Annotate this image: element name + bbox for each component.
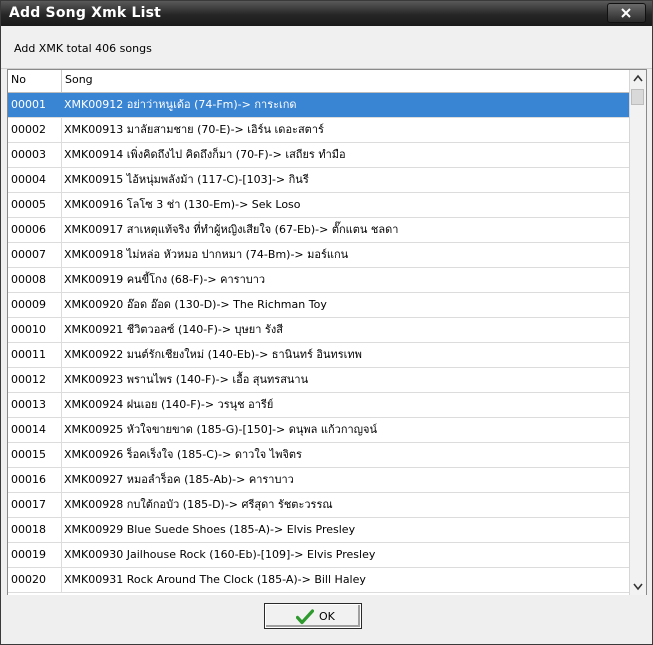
row-number: 00006	[8, 218, 62, 242]
scroll-down-arrow-icon	[633, 583, 643, 591]
close-icon	[621, 8, 631, 18]
row-number: 00014	[8, 418, 62, 442]
row-song-title: XMK00913 มาลัยสามชาย (70-E)-> เอิร์น เดอ…	[64, 123, 324, 136]
row-number: 00019	[8, 543, 62, 567]
row-number: 00018	[8, 518, 62, 542]
row-song-title: XMK00914 เพิ่งคิดถึงไป คิดถึงก็มา (70-F)…	[64, 148, 346, 161]
row-song-title: XMK00921 ชีวิตวอลซ์ (140-F)-> บุษยา รังส…	[64, 323, 283, 336]
row-song-title: XMK00928 กบใต้กอบัว (185-D)-> ศรีสุดา รั…	[64, 498, 333, 511]
table-row[interactable]: 00001 XMK00912 อย่าว่าหนูเด้อ (74-Fm)-> ก…	[8, 93, 629, 118]
table-row[interactable]: 00012 XMK00923 พรานไพร (140-F)-> เอื้อ สุ…	[8, 368, 629, 393]
row-number: 00012	[8, 368, 62, 392]
song-total-text: Add XMK total 406 songs	[14, 42, 152, 55]
row-number: 00011	[8, 343, 62, 367]
title-bar[interactable]: Add Song Xmk List	[1, 1, 652, 26]
row-song-title: XMK00918 ไม่หล่อ หัวหมอ ปากหมา (74-Bm)->…	[64, 248, 349, 261]
row-song-title: XMK00915 ไอ้หนุ่มพลังม้า (117-C)-[103]->…	[64, 173, 309, 186]
table-row[interactable]: 00006 XMK00917 สาเหตุแท้จริง ที่ทำผู้หญิง…	[8, 218, 629, 243]
row-song-title: XMK00925 หัวใจขายขาด (185-G)-[150]-> ดนุ…	[64, 423, 378, 436]
row-number: 00013	[8, 393, 62, 417]
row-song-title: XMK00923 พรานไพร (140-F)-> เอื้อ สุนทรสน…	[64, 373, 309, 386]
row-song-title: XMK00926 ร็อคเร็งใจ (185-C)-> ดาวใจ ไพจิ…	[64, 448, 302, 461]
table-body: 00001 XMK00912 อย่าว่าหนูเด้อ (74-Fm)-> ก…	[8, 93, 629, 593]
row-song-title: XMK00929 Blue Suede Shoes (185-A)-> Elvi…	[64, 523, 356, 536]
row-song-title: XMK00922 มนต์รักเชียงใหม่ (140-Eb)-> ธาน…	[64, 348, 362, 361]
table-row[interactable]: 00007 XMK00918 ไม่หล่อ หัวหมอ ปากหมา (74-…	[8, 243, 629, 268]
row-song-title: XMK00912 อย่าว่าหนูเด้อ (74-Fm)-> การะเก…	[64, 98, 297, 111]
info-panel: Add XMK total 406 songs	[1, 26, 652, 69]
window-title: Add Song Xmk List	[9, 5, 162, 21]
table-row[interactable]: 00014 XMK00925 หัวใจขายขาด (185-G)-[150]-…	[8, 418, 629, 443]
column-header-song[interactable]: Song	[62, 70, 629, 92]
row-number: 00016	[8, 468, 62, 492]
row-number: 00003	[8, 143, 62, 167]
table-row[interactable]: 00011 XMK00922 มนต์รักเชียงใหม่ (140-Eb)-…	[8, 343, 629, 368]
vertical-scrollbar[interactable]	[629, 70, 646, 595]
table-header: No Song	[8, 70, 629, 93]
table-row[interactable]: 00004 XMK00915 ไอ้หนุ่มพลังม้า (117-C)-[1…	[8, 168, 629, 193]
dialog-footer: OK	[1, 595, 652, 644]
row-number: 00009	[8, 293, 62, 317]
row-number: 00004	[8, 168, 62, 192]
row-song-title: XMK00930 Jailhouse Rock (160-Eb)-[109]->…	[64, 548, 376, 561]
table-row[interactable]: 00009 XMK00920 อ๊อด อ๊อด (130-D)-> The Ri…	[8, 293, 629, 318]
row-number: 00002	[8, 118, 62, 142]
table-row[interactable]: 00008 XMK00919 คนขี้โกง (68-F)-> คาราบาว	[8, 268, 629, 293]
table-row[interactable]: 00010 XMK00921 ชีวิตวอลซ์ (140-F)-> บุษยา…	[8, 318, 629, 343]
scroll-down-button[interactable]	[630, 578, 646, 595]
ok-button[interactable]: OK	[264, 603, 362, 629]
table-row[interactable]: 00015 XMK00926 ร็อคเร็งใจ (185-C)-> ดาวใจ…	[8, 443, 629, 468]
table-row[interactable]: 00017 XMK00928 กบใต้กอบัว (185-D)-> ศรีสุ…	[8, 493, 629, 518]
row-number: 00005	[8, 193, 62, 217]
close-button[interactable]	[607, 3, 646, 23]
table-row[interactable]: 00005 XMK00916 โลโซ 3 ช่า (130-Em)-> Sek …	[8, 193, 629, 218]
row-song-title: XMK00931 Rock Around The Clock (185-A)->…	[64, 573, 366, 586]
row-number: 00008	[8, 268, 62, 292]
row-song-title: XMK00924 ฝนเอย (140-F)-> วรนุช อารีย์	[64, 398, 274, 411]
table-row[interactable]: 00002 XMK00913 มาลัยสามชาย (70-E)-> เอิร์…	[8, 118, 629, 143]
table-row[interactable]: 00020 XMK00931 Rock Around The Clock (185…	[8, 568, 629, 593]
scrollbar-thumb[interactable]	[631, 89, 644, 105]
table-row[interactable]: 00018 XMK00929 Blue Suede Shoes (185-A)->…	[8, 518, 629, 543]
row-song-title: XMK00927 หมอลำร็อค (185-Ab)-> คาราบาว	[64, 473, 294, 486]
row-number: 00010	[8, 318, 62, 342]
song-list-table: No Song 00001 XMK00912 อย่าว่าหนูเด้อ (74…	[7, 69, 647, 596]
row-number: 00017	[8, 493, 62, 517]
row-number: 00015	[8, 443, 62, 467]
add-song-xmk-dialog: Add Song Xmk List Add XMK total 406 song…	[0, 0, 653, 645]
table-row[interactable]: 00016 XMK00927 หมอลำร็อค (185-Ab)-> คาราบ…	[8, 468, 629, 493]
ok-button-label: OK	[319, 610, 335, 623]
row-song-title: XMK00917 สาเหตุแท้จริง ที่ทำผู้หญิงเสียใ…	[64, 223, 399, 236]
row-song-title: XMK00919 คนขี้โกง (68-F)-> คาราบาว	[64, 273, 266, 286]
checkmark-icon	[296, 609, 314, 625]
table-row[interactable]: 00003 XMK00914 เพิ่งคิดถึงไป คิดถึงก็มา (…	[8, 143, 629, 168]
table-row[interactable]: 00013 XMK00924 ฝนเอย (140-F)-> วรนุช อารี…	[8, 393, 629, 418]
row-number: 00001	[8, 93, 62, 117]
row-song-title: XMK00916 โลโซ 3 ช่า (130-Em)-> Sek Loso	[64, 198, 301, 211]
scroll-up-arrow-icon	[633, 74, 643, 82]
row-song-title: XMK00920 อ๊อด อ๊อด (130-D)-> The Richman…	[64, 298, 327, 311]
scroll-up-button[interactable]	[630, 70, 646, 87]
column-header-no[interactable]: No	[8, 70, 62, 92]
row-number: 00007	[8, 243, 62, 267]
row-number: 00020	[8, 568, 62, 592]
table-row[interactable]: 00019 XMK00930 Jailhouse Rock (160-Eb)-[1…	[8, 543, 629, 568]
